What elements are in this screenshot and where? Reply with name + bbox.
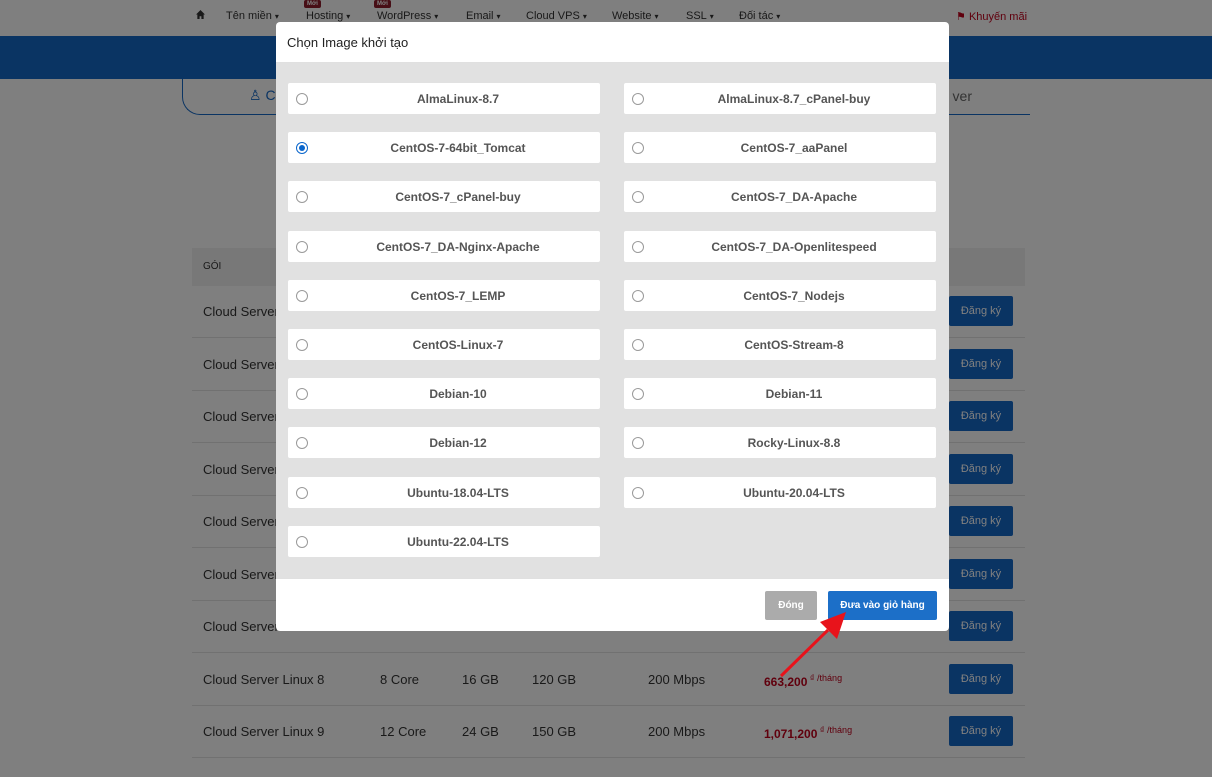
image-option-label: CentOS-7_DA-Openlitespeed	[711, 239, 877, 254]
image-option[interactable]: CentOS-7_LEMP	[288, 279, 600, 311]
image-option[interactable]: Debian-12	[288, 427, 600, 459]
radio-button[interactable]	[632, 240, 644, 253]
image-option[interactable]: CentOS-7_DA-Apache	[624, 181, 936, 213]
radio-button[interactable]	[632, 486, 644, 499]
radio-button[interactable]	[296, 240, 308, 253]
image-option[interactable]: Debian-11	[624, 378, 936, 410]
image-option-label: Ubuntu-18.04-LTS	[407, 485, 509, 500]
image-option-label: CentOS-7_aaPanel	[740, 141, 848, 156]
image-option[interactable]: CentOS-7_DA-Openlitespeed	[624, 230, 936, 262]
image-option-label: CentOS-Linux-7	[412, 338, 504, 352]
image-option-label: CentOS-7_DA-Apache	[730, 190, 858, 205]
radio-button[interactable]	[632, 93, 644, 105]
image-options: AlmaLinux-8.7 AlmaLinux-8.7_cPanel-buy Cen…	[276, 63, 949, 578]
radio-button[interactable]	[632, 437, 644, 450]
radio-button[interactable]	[296, 142, 308, 155]
image-option[interactable]: Ubuntu-18.04-LTS	[288, 476, 600, 508]
image-option[interactable]: CentOS-7_DA-Nginx-Apache	[288, 230, 600, 262]
image-option-label: CentOS-7_cPanel-buy	[395, 190, 521, 205]
image-option[interactable]: CentOS-7_cPanel-buy	[288, 181, 600, 213]
modal-header: Chọn Image khởi tạo	[276, 22, 949, 63]
image-option-label: Rocky-Linux-8.8	[747, 436, 841, 451]
image-option[interactable]: Rocky-Linux-8.8	[624, 427, 936, 459]
radio-button[interactable]	[296, 191, 308, 204]
image-option[interactable]: CentOS-Stream-8	[624, 329, 936, 360]
image-option[interactable]: CentOS-7_Nodejs	[624, 279, 936, 311]
radio-button[interactable]	[632, 339, 644, 351]
image-option-label: CentOS-7_Nodejs	[743, 288, 845, 303]
radio-button[interactable]	[632, 142, 644, 155]
image-option[interactable]: Debian-10	[288, 378, 600, 410]
image-option-label: CentOS-Stream-8	[744, 338, 844, 352]
image-option-label: AlmaLinux-8.7	[416, 92, 500, 106]
image-option-label: Ubuntu-20.04-LTS	[743, 485, 845, 500]
radio-button[interactable]	[296, 93, 308, 105]
image-option[interactable]: CentOS-7_aaPanel	[624, 132, 936, 164]
radio-button[interactable]	[632, 191, 644, 204]
image-option-label: CentOS-7_LEMP	[410, 288, 506, 303]
image-option[interactable]: CentOS-Linux-7	[288, 329, 600, 360]
radio-button[interactable]	[296, 486, 308, 499]
image-option[interactable]: AlmaLinux-8.7	[288, 83, 600, 114]
image-option-label: Ubuntu-22.04-LTS	[407, 534, 509, 549]
radio-button[interactable]	[296, 289, 308, 302]
image-option-label: Debian-11	[765, 387, 823, 402]
radio-button[interactable]	[296, 388, 308, 401]
image-option[interactable]: AlmaLinux-8.7_cPanel-buy	[624, 83, 936, 114]
radio-button[interactable]	[296, 339, 308, 351]
modal-footer: Đóng Đưa vào giỏ hàng	[276, 578, 949, 631]
radio-button[interactable]	[632, 388, 644, 401]
radio-button[interactable]	[296, 535, 308, 548]
image-option[interactable]: CentOS-7-64bit_Tomcat	[288, 132, 600, 164]
image-option-label: Debian-10	[429, 387, 487, 402]
image-option-label: AlmaLinux-8.7_cPanel-buy	[717, 92, 871, 106]
radio-button[interactable]	[632, 289, 644, 302]
add-to-cart-button[interactable]: Đưa vào giỏ hàng	[828, 591, 937, 620]
radio-button[interactable]	[296, 437, 308, 450]
modal-title: Chọn Image khởi tạo	[287, 35, 409, 50]
close-button[interactable]: Đóng	[765, 591, 817, 620]
image-option-label: Debian-12	[429, 436, 487, 451]
choose-image-modal: Chọn Image khởi tạo AlmaLinux-8.7 AlmaLin…	[276, 22, 949, 631]
image-option[interactable]: Ubuntu-22.04-LTS	[288, 525, 600, 557]
image-option-label: CentOS-7-64bit_Tomcat	[390, 141, 526, 156]
image-option-label: CentOS-7_DA-Nginx-Apache	[376, 239, 540, 254]
image-option[interactable]: Ubuntu-20.04-LTS	[624, 476, 936, 508]
